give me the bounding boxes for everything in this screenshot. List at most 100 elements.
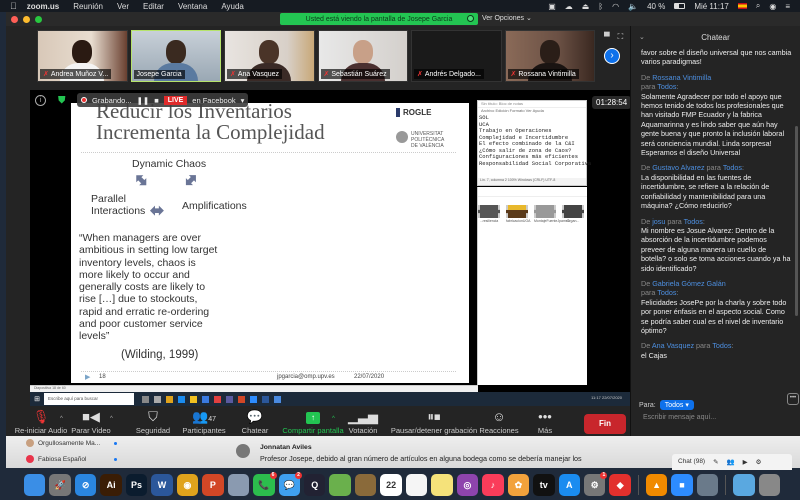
- chat-more-button[interactable]: •••: [787, 393, 799, 405]
- music-icon[interactable]: ♪: [482, 474, 504, 496]
- photos-icon[interactable]: ✿: [507, 474, 530, 496]
- wifi-icon[interactable]: ◠: [612, 2, 619, 11]
- participant-tile[interactable]: ✗ Andrea Muñoz V...: [37, 30, 128, 82]
- apple-icon[interactable]: : [10, 1, 17, 11]
- cloud-icon[interactable]: ☁: [565, 2, 573, 11]
- chat-recipient[interactable]: Todos: [723, 163, 742, 172]
- appletv-icon[interactable]: tv: [533, 474, 555, 496]
- task-view-icon[interactable]: [142, 395, 149, 403]
- powerpoint-icon[interactable]: P: [202, 474, 224, 496]
- zoom-status-icon[interactable]: ▣: [548, 2, 556, 11]
- video-file[interactable]: Organ...: [562, 205, 584, 223]
- word-icon[interactable]: W: [151, 474, 173, 496]
- chat-sender[interactable]: Gustavo Alvarez: [652, 163, 704, 172]
- chat-sender[interactable]: josu: [652, 217, 665, 226]
- system-preferences-icon[interactable]: ⚙ 1: [583, 472, 608, 496]
- folder-icon[interactable]: [733, 474, 755, 496]
- close-window-button[interactable]: [11, 15, 18, 23]
- next-page-button[interactable]: ›: [604, 48, 620, 64]
- input-source-flag-icon[interactable]: [737, 3, 747, 9]
- encryption-shield-icon[interactable]: ⛊: [58, 95, 66, 106]
- minimize-window-button[interactable]: [23, 15, 30, 23]
- maximize-window-button[interactable]: [35, 15, 42, 23]
- preview-icon[interactable]: [227, 474, 250, 496]
- group-icon[interactable]: 👥: [727, 458, 735, 466]
- trash-icon[interactable]: [758, 474, 781, 496]
- maps-icon[interactable]: [329, 474, 351, 496]
- chrome-icon[interactable]: [166, 395, 173, 403]
- reminders-icon[interactable]: [405, 474, 428, 496]
- participant-tile[interactable]: ✗ Ana Vasquez: [224, 30, 315, 82]
- menu-reunion[interactable]: Reunión: [73, 2, 103, 11]
- app-s-red-icon[interactable]: [214, 395, 221, 403]
- clock[interactable]: Mié 11:17: [694, 2, 729, 11]
- participant-tile[interactable]: ✗ Andrés Delgado...: [411, 30, 502, 82]
- end-meeting-button[interactable]: Fin: [584, 414, 626, 434]
- participant-tile-active-speaker[interactable]: Josepe Garcia: [130, 30, 221, 82]
- chevron-down-icon[interactable]: ▾: [241, 96, 245, 105]
- bluetooth-icon[interactable]: ᛒ: [598, 2, 603, 11]
- volume-icon[interactable]: 🔈: [628, 2, 638, 11]
- video-file[interactable]: MontajeFuenteJpame1: [534, 205, 570, 223]
- finder-icon[interactable]: [24, 474, 46, 496]
- image-capture-icon[interactable]: [696, 474, 719, 496]
- notification-center-icon[interactable]: ≡: [785, 2, 790, 11]
- chevron-down-icon[interactable]: ⌄: [639, 26, 645, 50]
- tray-time[interactable]: 11:17: [591, 395, 601, 400]
- fb-chat-bar[interactable]: Chat (98) ✎ 👥 ▶ ⚙: [672, 454, 792, 470]
- file-explorer-window[interactable]: ...resiliencia fabricacionUOA MontajeFue…: [477, 187, 587, 385]
- illustrator-icon[interactable]: Ai: [100, 474, 122, 496]
- meeting-info-icon[interactable]: i: [35, 95, 46, 106]
- parar-video-button[interactable]: ■◀ Parar Video: [56, 408, 126, 435]
- fb-page-item[interactable]: Orgullosamente Ma...: [26, 439, 117, 447]
- airplay-icon[interactable]: ⏏: [582, 2, 590, 11]
- notepad-window[interactable]: Sin título: Bloc de notas Archivo Edició…: [477, 100, 591, 186]
- chat-recipient[interactable]: Todos: [657, 82, 676, 91]
- pause-recording-icon[interactable]: ❚❚: [137, 96, 150, 105]
- app-s-icon[interactable]: [202, 395, 209, 403]
- chat-sender[interactable]: Gabriela Gómez Galán: [652, 279, 726, 288]
- notes-icon[interactable]: [431, 474, 453, 496]
- photoshop-icon[interactable]: Ps: [125, 474, 148, 496]
- zoom-icon[interactable]: ■: [671, 474, 693, 496]
- live-target-dropdown[interactable]: en Facebook: [192, 96, 235, 105]
- settings-gear-icon[interactable]: ⚙: [756, 458, 762, 466]
- chat-recipient[interactable]: Todos: [657, 288, 676, 297]
- menu-editar[interactable]: Editar: [143, 2, 164, 11]
- video-options-caret[interactable]: ^: [110, 416, 113, 422]
- chrome-icon[interactable]: ◉: [176, 474, 199, 496]
- menu-ayuda[interactable]: Ayuda: [221, 2, 244, 11]
- messages-icon[interactable]: 💬 2: [278, 472, 302, 496]
- windows-start-icon[interactable]: ⊞: [30, 395, 44, 403]
- comment-author[interactable]: Jonnatan Aviles: [260, 444, 312, 451]
- chat-recipient[interactable]: Todos: [684, 217, 703, 226]
- windows-search-input[interactable]: Escribe aquí para buscar: [44, 393, 134, 405]
- fullscreen-icon[interactable]: ⛶: [618, 32, 624, 42]
- menu-ver[interactable]: Ver: [117, 2, 129, 11]
- participant-tile[interactable]: ✗ Sebastián Suárez: [317, 30, 408, 82]
- calendar-icon[interactable]: 22: [380, 474, 402, 496]
- word-icon[interactable]: [262, 395, 269, 403]
- chat-sender[interactable]: Ana Vasquez: [652, 341, 694, 350]
- notepad-icon[interactable]: [274, 395, 281, 403]
- explorer-address-bar[interactable]: [478, 187, 587, 197]
- cortana-icon[interactable]: [154, 395, 161, 403]
- facetime-icon[interactable]: 📞 6: [253, 472, 277, 496]
- participant-tile[interactable]: ✗ Rossana Vintimilla: [504, 30, 595, 82]
- video-file[interactable]: ...resiliencia: [478, 205, 500, 223]
- stop-recording-icon[interactable]: ■: [154, 96, 159, 105]
- safari-icon[interactable]: ⊘: [74, 474, 97, 496]
- vlc-icon[interactable]: ▲: [645, 474, 668, 496]
- chat-message-input[interactable]: Escribir mensaje aquí...: [643, 414, 716, 421]
- launchpad-icon[interactable]: 🚀: [49, 474, 71, 496]
- chat-sender[interactable]: Rossana Vintimilla: [652, 73, 711, 82]
- gallery-layout-icon[interactable]: ▀: [604, 32, 610, 42]
- podcasts-icon[interactable]: ◎: [456, 474, 479, 496]
- chat-scrollbar[interactable]: [795, 126, 798, 316]
- menu-app[interactable]: zoom.us: [27, 2, 59, 11]
- file-explorer-icon[interactable]: [190, 395, 197, 403]
- compose-icon[interactable]: ✎: [713, 458, 718, 466]
- edge-icon[interactable]: [178, 395, 185, 403]
- siri-icon[interactable]: ◉: [769, 2, 776, 11]
- tray-date[interactable]: 22/07/2020: [602, 395, 622, 400]
